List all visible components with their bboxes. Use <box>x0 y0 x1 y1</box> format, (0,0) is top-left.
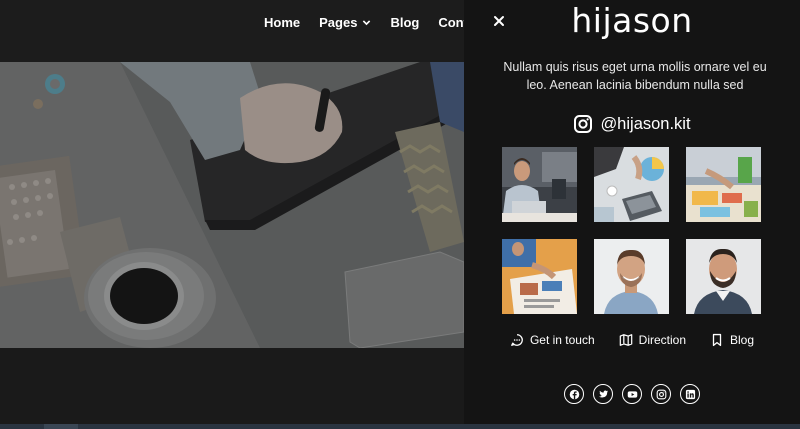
instagram-handle-text: @hijason.kit <box>600 114 691 133</box>
photo-desk-laptop <box>594 147 669 222</box>
linkedin-icon[interactable] <box>680 384 700 404</box>
social-icons <box>464 384 800 404</box>
site-logo[interactable]: hijason <box>464 1 800 40</box>
blog-link[interactable]: Blog <box>710 333 754 347</box>
photo-portrait-man <box>594 239 669 314</box>
nav-label: Pages <box>319 15 358 30</box>
gallery-photo-portrait-man-beard[interactable] <box>686 239 761 314</box>
photo-man-laptop <box>502 147 577 222</box>
facebook-icon[interactable] <box>564 384 584 404</box>
instagram-icon[interactable] <box>651 384 671 404</box>
nav-item-home[interactable]: Home <box>264 15 300 30</box>
instagram-handle[interactable]: @hijason.kit <box>464 114 800 134</box>
chat-icon <box>511 334 523 346</box>
desk-scene-illustration <box>0 62 464 348</box>
youtube-icon[interactable] <box>622 384 642 404</box>
gallery-photo-man-laptop[interactable] <box>502 147 577 222</box>
gallery-photo-magazine-reader[interactable] <box>502 239 577 314</box>
twitter-icon[interactable] <box>593 384 613 404</box>
nav-label: Blog <box>390 15 420 30</box>
nav-item-pages[interactable]: Pages <box>319 15 371 30</box>
photo-magazine-reader <box>502 239 577 314</box>
link-label: Direction <box>638 333 687 347</box>
panel-links: Get in touch Direction Blog <box>464 333 800 347</box>
map-icon <box>619 334 632 346</box>
photo-charts-table <box>686 147 761 222</box>
chevron-down-icon <box>363 20 371 26</box>
gallery-photo-desk-laptop[interactable] <box>594 147 669 222</box>
panel-description: Nullam quis risus eget urna mollis ornar… <box>503 60 767 92</box>
instagram-gallery <box>502 147 763 314</box>
page-section-dark <box>0 348 464 429</box>
nav-item-blog[interactable]: Blog <box>390 15 419 30</box>
hero-image <box>0 62 464 348</box>
gallery-photo-charts-table[interactable] <box>686 147 761 222</box>
strip-segment <box>44 424 78 429</box>
link-label: Blog <box>730 333 755 347</box>
offcanvas-panel: hijason Nullam quis risus eget urna moll… <box>464 0 800 424</box>
link-label: Get in touch <box>529 333 595 347</box>
bottom-strip <box>0 424 800 429</box>
photo-portrait-man-beard <box>686 239 761 314</box>
get-in-touch-link[interactable]: Get in touch <box>510 333 595 347</box>
instagram-icon <box>574 115 593 133</box>
bookmark-icon <box>712 333 722 347</box>
nav-label: Home <box>264 15 301 30</box>
gallery-photo-portrait-man[interactable] <box>594 239 669 314</box>
direction-link[interactable]: Direction <box>619 333 686 347</box>
